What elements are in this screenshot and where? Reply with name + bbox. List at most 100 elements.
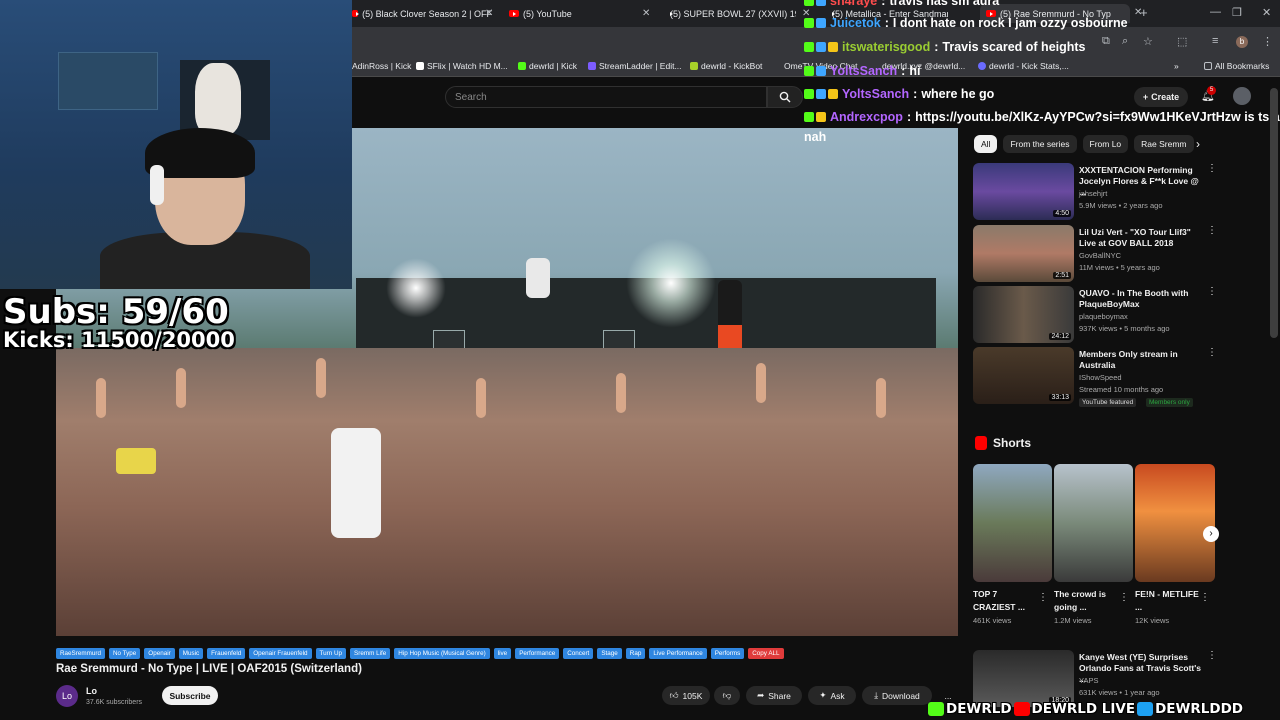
subs-counter: Subs: 59/60 xyxy=(3,292,229,332)
chip-from-series[interactable]: From the series xyxy=(1003,135,1077,153)
sub-badge-icon xyxy=(804,0,814,6)
kebab-menu-icon[interactable]: ⋮ xyxy=(1207,225,1217,236)
page-scrollbar[interactable] xyxy=(1270,88,1278,338)
subscribe-button[interactable]: Subscribe xyxy=(162,686,218,705)
close-tab-icon[interactable]: ✕ xyxy=(642,8,650,19)
channel-name[interactable]: GovBallNYC xyxy=(1079,251,1121,260)
streamladder-icon xyxy=(588,62,596,70)
copy-all-tags-button[interactable]: Copy ALL xyxy=(748,648,784,659)
recommended-video[interactable]: 2:51 Lil Uzi Vert - "XO Tour Llif3" Live… xyxy=(973,225,1218,283)
video-thumbnail[interactable]: 24:12 xyxy=(973,286,1074,343)
sub-badge-icon xyxy=(804,89,814,99)
search-button[interactable] xyxy=(767,86,803,108)
tag[interactable]: Openair xyxy=(144,648,175,659)
kebab-menu-icon[interactable]: ⋮ xyxy=(1200,592,1210,603)
tag[interactable]: Openair Frauenfeld xyxy=(249,648,312,659)
browser-tab[interactable]: (5) SUPER BOWL 27 (XXVII) 199 xyxy=(666,4,796,23)
kebab-menu-icon[interactable]: ⋮ xyxy=(1207,163,1217,174)
tag[interactable]: Concert xyxy=(563,648,594,659)
performer xyxy=(526,258,550,298)
short-thumbnail[interactable] xyxy=(973,464,1052,582)
stage-light xyxy=(386,258,446,318)
tag[interactable]: RaeSremmurd xyxy=(56,648,105,659)
download-button[interactable]: ⤓ Download xyxy=(862,686,932,705)
recommended-video[interactable]: 4:50 XXXTENTACION Performing Jocelyn Flo… xyxy=(973,163,1218,221)
short-thumbnail[interactable] xyxy=(1054,464,1133,582)
chat-message: sh4raye: travis has sm aura xyxy=(804,0,999,8)
chip-rae-sremm[interactable]: Rae Sremm xyxy=(1134,135,1194,153)
browser-tab[interactable]: (5) Black Clover Season 2 | OFF xyxy=(352,4,492,23)
tag[interactable]: live xyxy=(493,648,512,659)
sub-badge-icon xyxy=(804,18,814,28)
stage-light xyxy=(626,238,716,328)
verified-badge-icon xyxy=(816,18,826,28)
channel-name[interactable]: Lo xyxy=(86,686,97,696)
chat-message: YoltsSanch: where he go xyxy=(804,87,994,101)
kebab-menu-icon[interactable]: ⋮ xyxy=(1207,286,1217,297)
close-tab-icon[interactable]: ✕ xyxy=(485,8,493,19)
kebab-menu-icon[interactable]: ⋮ xyxy=(1207,650,1217,661)
tag[interactable]: Performance xyxy=(515,648,560,659)
bookmark-item[interactable]: StreamLadder | Edit... xyxy=(588,61,682,71)
kebab-menu-icon[interactable]: ⋮ xyxy=(1038,592,1048,603)
channel-name[interactable]: jahsehjrt xyxy=(1079,189,1107,198)
video-meta: 11M views • 5 years ago xyxy=(1079,263,1160,272)
bookmark-item[interactable]: SFlix | Watch HD M... xyxy=(416,61,508,71)
short-views: 12K views xyxy=(1135,616,1170,625)
youtube-icon xyxy=(1013,702,1030,716)
video-title[interactable]: Members Only stream in Australia xyxy=(1079,349,1201,371)
short-title[interactable]: The crowd is going ... xyxy=(1054,588,1120,614)
chip-from-lo[interactable]: From Lo xyxy=(1082,135,1129,153)
tag[interactable]: Performs xyxy=(710,648,745,659)
sub-badge-icon xyxy=(804,66,814,76)
bookmark-item[interactable]: AdinRoss | Kick xyxy=(352,61,411,71)
browser-tab[interactable]: (5) YouTube xyxy=(509,4,639,23)
channel-name[interactable]: IShowSpeed xyxy=(1079,373,1122,382)
youtube-icon xyxy=(509,10,519,17)
kick-icon xyxy=(928,702,944,716)
recommended-video[interactable]: 24:12 QUAVO - In The Booth with PlaqueBo… xyxy=(973,286,1218,344)
chevron-right-icon[interactable]: › xyxy=(1203,526,1219,542)
sparkle-icon: ✦ xyxy=(819,690,827,700)
members-only-badge: Members only xyxy=(1146,398,1193,407)
share-button[interactable]: ➦ Share xyxy=(746,686,802,705)
tag[interactable]: No Type xyxy=(108,648,141,659)
filter-chips: All From the series From Lo Rae Sremm xyxy=(974,134,1214,154)
recommended-video[interactable]: 33:13 Members Only stream in Australia I… xyxy=(973,347,1218,407)
ask-button[interactable]: ✦ Ask xyxy=(808,686,856,705)
chevron-right-icon[interactable]: › xyxy=(1196,137,1200,151)
tag[interactable]: Rap xyxy=(625,648,646,659)
kebab-menu-icon[interactable]: ⋮ xyxy=(1207,347,1217,358)
dislike-button[interactable]: 👎︎ xyxy=(714,686,740,705)
tag[interactable]: Stage xyxy=(597,648,622,659)
chip-all[interactable]: All xyxy=(974,135,998,153)
tag[interactable]: Music xyxy=(178,648,204,659)
channel-name[interactable]: plaqueboymax xyxy=(1079,312,1128,321)
short-title[interactable]: FE!N - METLIFE ... xyxy=(1135,588,1201,614)
video-thumbnail[interactable]: 2:51 xyxy=(973,225,1074,282)
youtube-icon xyxy=(352,10,360,17)
tag[interactable]: Frauenfeld xyxy=(207,648,246,659)
tag[interactable]: Turn Up xyxy=(315,648,347,659)
video-title[interactable]: QUAVO - In The Booth with PlaqueBoyMax xyxy=(1079,288,1201,310)
channel-name[interactable]: YAPS xyxy=(1079,676,1098,685)
headset xyxy=(150,165,164,205)
like-button[interactable]: 👍︎ 105K xyxy=(662,686,710,705)
channel-avatar[interactable]: Lo xyxy=(56,685,78,707)
video-title[interactable]: Lil Uzi Vert - "XO Tour Llif3" Live at G… xyxy=(1079,227,1201,249)
video-thumbnail[interactable]: 33:13 xyxy=(973,347,1074,404)
kick-icon xyxy=(518,62,526,70)
short-title[interactable]: TOP 7 CRAZIEST ... xyxy=(973,588,1039,614)
bookmark-item[interactable]: dewrld | Kick xyxy=(518,61,577,71)
tag[interactable]: Sremm Life xyxy=(350,648,391,659)
kickbot-icon xyxy=(690,62,698,70)
kebab-menu-icon[interactable]: ⋮ xyxy=(1119,592,1129,603)
tag[interactable]: Live Performance xyxy=(649,648,707,659)
verified-badge-icon xyxy=(816,42,826,52)
short-thumbnail[interactable] xyxy=(1135,464,1215,582)
tag[interactable]: Hip Hop Music (Musical Genre) xyxy=(394,648,490,659)
video-thumbnail[interactable]: 4:50 xyxy=(973,163,1074,220)
bookmark-item[interactable]: dewrld - KickBot xyxy=(690,61,762,71)
search-input[interactable]: Search xyxy=(445,86,767,108)
short-views: 461K views xyxy=(973,616,1012,625)
